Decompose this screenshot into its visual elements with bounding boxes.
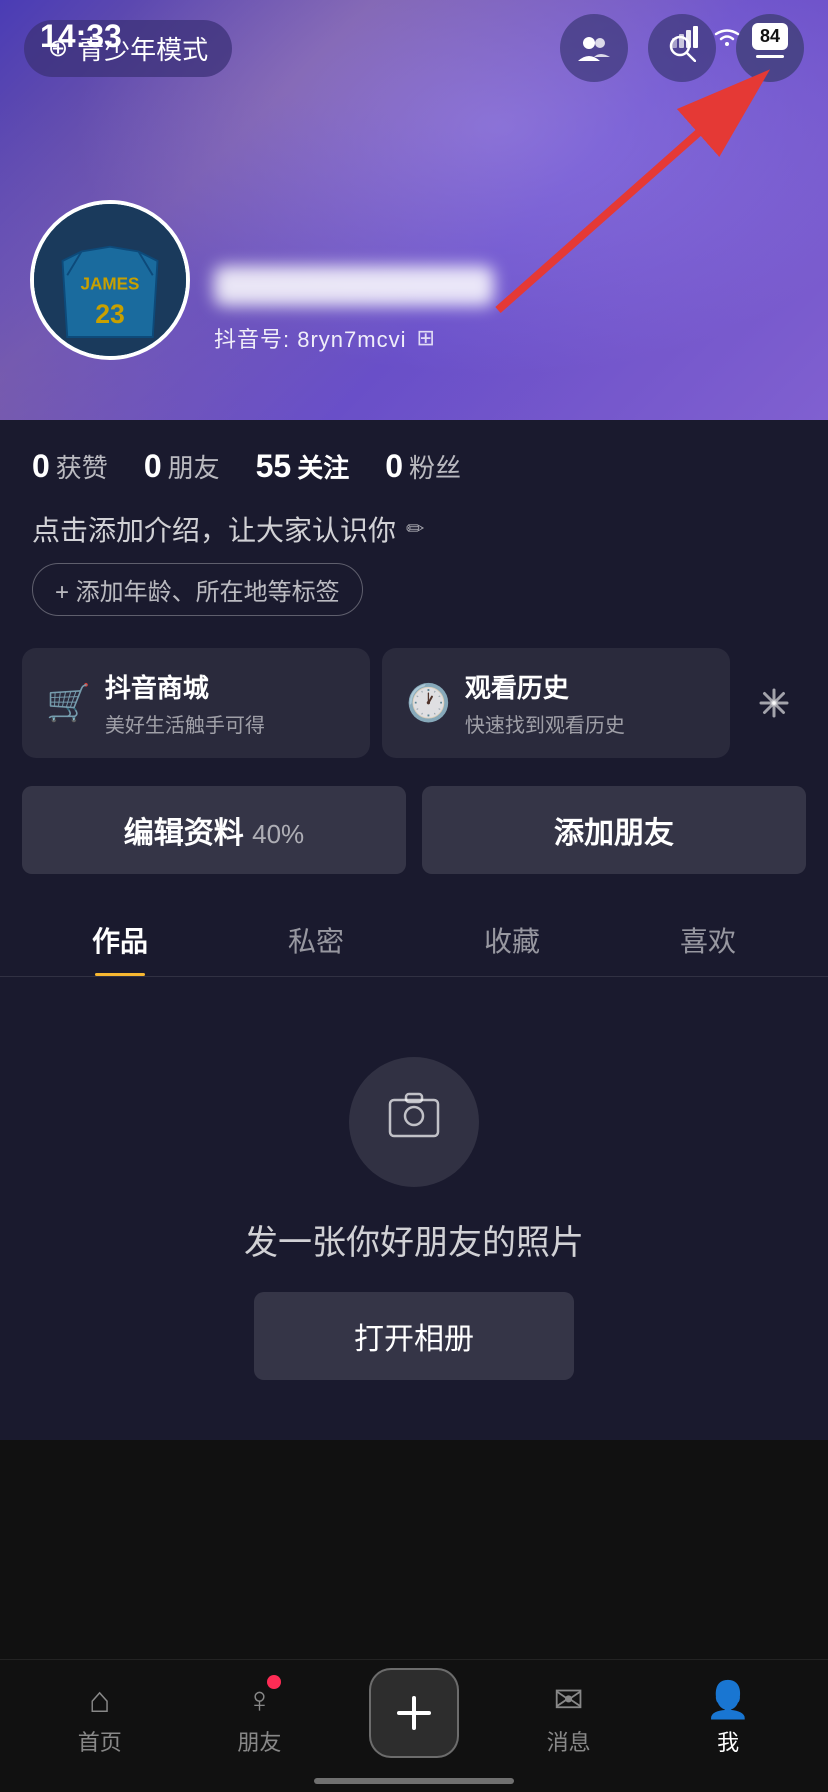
shop-link-card[interactable]: 🛒 抖音商城 美好生活触手可得 — [22, 648, 370, 758]
friends-notification-dot — [267, 1675, 281, 1689]
nav-tab-me[interactable]: 👤 我 — [678, 1679, 778, 1757]
history-link-card[interactable]: 🕐 观看历史 快速找到观看历史 — [382, 648, 730, 758]
username-blurred — [214, 266, 494, 306]
nav-friends-label: 朋友 — [237, 1725, 281, 1757]
edit-bio-icon: ✏ — [406, 516, 424, 542]
action-buttons-row: 编辑资料 40% 添加朋友 — [0, 778, 828, 898]
nav-tab-messages[interactable]: ✉ 消息 — [519, 1679, 619, 1757]
stat-likes-label: 获赞 — [56, 448, 108, 485]
bio-placeholder: 点击添加介绍，让大家认识你 — [32, 509, 396, 549]
stat-friends: 0 朋友 — [144, 448, 220, 485]
tab-liked-label: 喜欢 — [680, 926, 736, 957]
profile-text-area: 抖音号: 8ryn7mcvi ⊞ — [214, 266, 494, 360]
avatar[interactable]: JAMES 23 — [30, 200, 190, 360]
profile-info-area: JAMES 23 抖音号: 8ryn7mcvi ⊞ — [30, 200, 494, 360]
wifi-icon — [712, 26, 742, 48]
add-tags-button[interactable]: + 添加年龄、所在地等标签 — [32, 563, 363, 616]
tab-favorites[interactable]: 收藏 — [414, 898, 610, 976]
user-id-area: 抖音号: 8ryn7mcvi ⊞ — [214, 322, 494, 354]
empty-state: 发一张你好朋友的照片 打开相册 — [0, 977, 828, 1440]
status-bar: 14:33 84 — [0, 0, 828, 65]
battery-indicator: 84 — [752, 23, 788, 50]
open-album-button[interactable]: 打开相册 — [254, 1292, 574, 1380]
tab-liked[interactable]: 喜欢 — [610, 898, 806, 976]
shop-text: 抖音商城 美好生活触手可得 — [105, 668, 265, 738]
signal-icon — [672, 26, 702, 48]
shop-subtitle: 美好生活触手可得 — [105, 709, 265, 738]
home-indicator — [314, 1778, 514, 1784]
stats-row: 0 获赞 0 朋友 55 关注 0 粉丝 — [0, 420, 828, 501]
history-subtitle: 快速找到观看历史 — [465, 709, 625, 738]
history-text: 观看历史 快速找到观看历史 — [465, 668, 625, 738]
stat-following-number: 55 — [256, 448, 292, 485]
avatar-image: JAMES 23 — [34, 204, 186, 356]
status-time: 14:33 — [40, 18, 122, 55]
tab-favorites-label: 收藏 — [484, 926, 540, 957]
content-tabs: 作品 私密 收藏 喜欢 — [0, 898, 828, 977]
edit-profile-label: 编辑资料 — [124, 817, 244, 850]
bio-section: 点击添加介绍，让大家认识你 ✏ + 添加年龄、所在地等标签 — [0, 501, 828, 628]
nav-home-label: 首页 — [78, 1725, 122, 1757]
plus-icon — [394, 1693, 434, 1733]
profile-content: 0 获赞 0 朋友 55 关注 0 粉丝 点击添加介绍，让大家认识你 ✏ — [0, 420, 828, 1440]
tab-private-label: 私密 — [288, 926, 344, 957]
empty-text: 发一张你好朋友的照片 — [244, 1215, 584, 1264]
add-friend-button[interactable]: 添加朋友 — [422, 786, 806, 874]
stat-friends-label: 朋友 — [168, 448, 220, 485]
more-links-button[interactable] — [742, 671, 806, 735]
tags-row: + 添加年龄、所在地等标签 — [32, 563, 796, 616]
stat-following-label: 关注 — [297, 448, 349, 485]
svg-text:JAMES: JAMES — [81, 275, 140, 294]
create-button[interactable] — [369, 1668, 459, 1758]
stat-fans: 0 粉丝 — [385, 448, 461, 485]
history-title: 观看历史 — [465, 668, 625, 705]
quick-links-row: 🛒 抖音商城 美好生活触手可得 🕐 观看历史 快速找到观看历史 — [0, 628, 828, 778]
nav-me-label: 我 — [717, 1725, 739, 1757]
user-id-text: 抖音号: 8ryn7mcvi — [214, 322, 406, 354]
stat-friends-number: 0 — [144, 448, 162, 485]
friends-nav-icon: ♀ — [246, 1679, 273, 1721]
edit-profile-button[interactable]: 编辑资料 40% — [22, 786, 406, 874]
shop-icon: 🛒 — [46, 682, 91, 724]
nav-tab-friends[interactable]: ♀ 朋友 — [209, 1679, 309, 1757]
tab-private[interactable]: 私密 — [218, 898, 414, 976]
tab-works[interactable]: 作品 — [22, 898, 218, 976]
stat-fans-label: 粉丝 — [409, 448, 461, 485]
home-icon: ⌂ — [89, 1679, 111, 1721]
stat-likes: 0 获赞 — [32, 448, 108, 485]
tab-works-label: 作品 — [92, 926, 148, 957]
history-icon: 🕐 — [406, 682, 451, 724]
stat-likes-number: 0 — [32, 448, 50, 485]
messages-icon: ✉ — [553, 1679, 583, 1721]
nav-messages-label: 消息 — [547, 1725, 591, 1757]
qr-icon: ⊞ — [416, 325, 434, 351]
bio-text[interactable]: 点击添加介绍，让大家认识你 ✏ — [32, 509, 796, 549]
status-icons: 84 — [672, 23, 788, 50]
nav-tab-home[interactable]: ⌂ 首页 — [50, 1679, 150, 1757]
empty-icon-circle — [349, 1057, 479, 1187]
stat-following[interactable]: 55 关注 — [256, 448, 350, 485]
svg-text:23: 23 — [95, 299, 125, 329]
open-album-label: 打开相册 — [354, 1323, 474, 1356]
add-tags-label: + 添加年龄、所在地等标签 — [55, 572, 340, 607]
empty-photo-icon — [388, 1092, 440, 1152]
asterisk-icon — [759, 688, 789, 718]
add-friend-label: 添加朋友 — [554, 817, 674, 850]
me-icon: 👤 — [706, 1679, 751, 1721]
shop-title: 抖音商城 — [105, 668, 265, 705]
edit-profile-percent: 40% — [252, 819, 304, 849]
bottom-nav: ⌂ 首页 ♀ 朋友 ✉ 消息 👤 我 — [0, 1659, 828, 1792]
stat-fans-number: 0 — [385, 448, 403, 485]
